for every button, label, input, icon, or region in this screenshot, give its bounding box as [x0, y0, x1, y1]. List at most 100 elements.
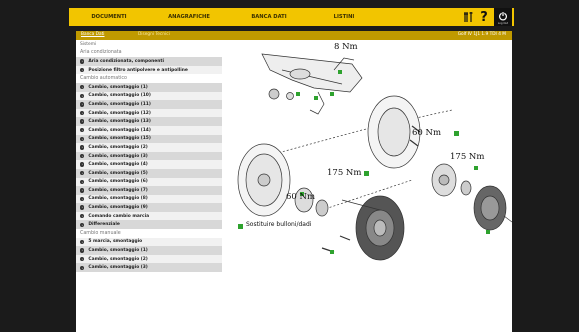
torque-label-60nm-left: 60 Nm [286, 192, 316, 202]
sidebar-item-label: Cambio, smontaggio (5) [88, 170, 148, 176]
arrow-bullet-icon: › [80, 179, 85, 184]
sidebar-item-label: Cambio, smontaggio (12) [88, 110, 151, 116]
sidebar-item[interactable]: › Posizione filtro antipolvere e antipoll… [76, 65, 222, 75]
nav-listini[interactable]: LISTINI [309, 14, 379, 20]
nav-banca-dati[interactable]: BANCA DATI [229, 14, 309, 20]
sidebar-category-label: Aria condizionata [80, 50, 122, 56]
sidebar-item-label: Cambio, smontaggio (7) [88, 187, 148, 193]
sidebar-item[interactable]: › Cambio, smontaggio (3) [76, 263, 222, 273]
sidebar-item[interactable]: › Cambio, smontaggio (7) [76, 186, 222, 195]
nav-anagrafiche[interactable]: ANAGRAFICHE [149, 14, 229, 20]
suspension-diagram [237, 53, 512, 261]
sidebar-item[interactable]: › Differenziale [76, 220, 222, 230]
sidebar-category[interactable]: Cambio automatico [76, 74, 222, 83]
sidebar-item-label: Differenziale [88, 222, 120, 228]
system-label: Sistemi [76, 40, 222, 49]
arrow-bullet-icon: › [80, 102, 85, 107]
sidebar-item-label: Cambio, smontaggio (13) [88, 119, 151, 125]
arrow-bullet-icon: › [80, 162, 85, 167]
sidebar-item-label: Aria condizionata, componenti [88, 58, 164, 64]
help-icon[interactable]: ? [478, 10, 490, 25]
sidebar-item[interactable]: › Cambio, smontaggio (10) [76, 91, 222, 101]
sidebar-item-label: Posizione filtro antipolvere e antipolli… [88, 67, 188, 73]
sidebar-item-label: Cambio, smontaggio (2) [88, 144, 148, 150]
arrow-bullet-icon: › [80, 136, 85, 142]
sidebar-item[interactable]: › Cambio, smontaggio (11) [76, 100, 222, 109]
arrow-bullet-icon: › [80, 248, 85, 253]
logout-button[interactable]: Log Out [494, 8, 512, 26]
sidebar-category[interactable]: Aria condizionata [76, 48, 222, 58]
arrow-bullet-icon: › [80, 153, 85, 159]
arrow-bullet-icon: › [80, 128, 85, 133]
torque-label-175nm-right: 175 Nm [450, 152, 485, 162]
arrow-bullet-icon: › [80, 93, 85, 99]
torque-label-8nm: 8 Nm [334, 42, 358, 52]
sidebar-item-label: 5 marcia, smontaggio [88, 239, 143, 245]
sidebar-category-label: Cambio automatico [80, 76, 127, 82]
sidebar-item[interactable]: › Cambio, smontaggio (14) [76, 125, 222, 135]
sidebar-category[interactable]: Cambio manuale [76, 229, 222, 238]
arrow-bullet-icon: › [80, 196, 85, 202]
breadcrumb-banca-dati[interactable]: Banca Dati [81, 32, 105, 37]
sidebar-item-label: Cambio, smontaggio (15) [88, 136, 151, 142]
arrow-bullet-icon: › [80, 110, 85, 116]
vehicle-label: Golf IV 1J1 1.9 TDI 4 M [457, 32, 506, 37]
panel-header: Banca Dati Disegni Tecnici Golf IV 1J1 1… [76, 31, 512, 40]
logout-label: Log Out [497, 22, 509, 25]
sidebar-item[interactable]: › Cambio, smontaggio (1) [76, 246, 222, 255]
arrow-bullet-icon: › [80, 85, 85, 90]
nav-documenti[interactable]: DOCUMENTI [69, 14, 149, 20]
arrow-bullet-icon: › [80, 188, 85, 193]
sidebar-item[interactable]: › Cambio, smontaggio (2) [76, 254, 222, 264]
sidebar-item-label: Cambio, smontaggio (9) [88, 205, 148, 211]
technical-drawing: 8 Nm 60 Nm 175 Nm 175 Nm 60 Nm Sostituir… [222, 40, 512, 332]
sidebar-item-label: Comando cambio marcia [88, 213, 150, 219]
sidebar-item[interactable]: › Cambio, smontaggio (4) [76, 160, 222, 169]
arrow-bullet-icon: › [80, 205, 85, 210]
sidebar-item[interactable]: › Cambio, smontaggio (3) [76, 151, 222, 161]
sidebar-item[interactable]: › Cambio, smontaggio (13) [76, 117, 222, 126]
sidebar-item[interactable]: › Cambio, smontaggio (12) [76, 108, 222, 118]
sidebar-item-label: Cambio, smontaggio (6) [88, 179, 148, 185]
sidebar-item-label: Cambio, smontaggio (10) [88, 93, 151, 99]
arrow-bullet-icon: › [80, 67, 85, 73]
legend-text: Sostituire bulloni/dadi [246, 221, 312, 228]
sidebar-item-label: Cambio, smontaggio (8) [88, 196, 148, 202]
sidebar: Sistemi Aria condizionata › Aria condizion… [76, 40, 222, 332]
sidebar-item[interactable]: › Comando cambio marcia [76, 211, 222, 221]
sidebar-item-label: Cambio, smontaggio (2) [88, 256, 148, 262]
sidebar-item[interactable]: › Cambio, smontaggio (2) [76, 143, 222, 152]
sidebar-item[interactable]: › Cambio, smontaggio (6) [76, 177, 222, 187]
sidebar-item[interactable]: › Cambio, smontaggio (9) [76, 203, 222, 212]
content-panel: Banca Dati Disegni Tecnici Golf IV 1J1 1… [76, 31, 512, 332]
arrow-bullet-icon: › [80, 256, 85, 262]
sidebar-item-label: Cambio, smontaggio (3) [88, 265, 148, 271]
breadcrumb-disegni-tecnici[interactable]: Disegni Tecnici [138, 32, 170, 37]
sidebar-item-label: Cambio, smontaggio (11) [88, 101, 151, 107]
tools-icon[interactable] [462, 10, 476, 24]
legend-swatch [238, 224, 243, 229]
arrow-bullet-icon: › [80, 213, 85, 219]
torque-label-175nm-left: 175 Nm [327, 168, 362, 178]
sidebar-category-label: Cambio manuale [80, 230, 121, 236]
sidebar-item-label: Cambio, smontaggio (1) [88, 248, 148, 254]
sidebar-item[interactable]: › Aria condizionata, componenti [76, 57, 222, 66]
sidebar-item[interactable]: › Cambio, smontaggio (8) [76, 194, 222, 204]
main-nav: DOCUMENTI ANAGRAFICHE BANCA DATI LISTINI [69, 8, 509, 26]
arrow-bullet-icon: › [80, 119, 85, 124]
sidebar-item-label: Cambio, smontaggio (14) [88, 127, 151, 133]
sidebar-item-label: Cambio, smontaggio (3) [88, 153, 148, 159]
replace-marker [364, 171, 369, 176]
sidebar-item[interactable]: › Cambio, smontaggio (1) [76, 82, 222, 92]
sidebar-item-label: Cambio, smontaggio (1) [88, 84, 148, 90]
sidebar-item[interactable]: › Cambio, smontaggio (5) [76, 168, 222, 178]
torque-label-60nm-right: 60 Nm [412, 128, 442, 138]
sidebar-item[interactable]: › 5 marcia, smontaggio [76, 237, 222, 247]
sidebar-item[interactable]: › Cambio, smontaggio (15) [76, 134, 222, 144]
arrow-bullet-icon: › [80, 171, 85, 176]
replace-marker [454, 131, 459, 136]
arrow-bullet-icon: › [80, 222, 85, 227]
arrow-bullet-icon: › [80, 239, 85, 245]
arrow-bullet-icon: › [80, 145, 85, 150]
arrow-bullet-icon: › [80, 265, 85, 270]
